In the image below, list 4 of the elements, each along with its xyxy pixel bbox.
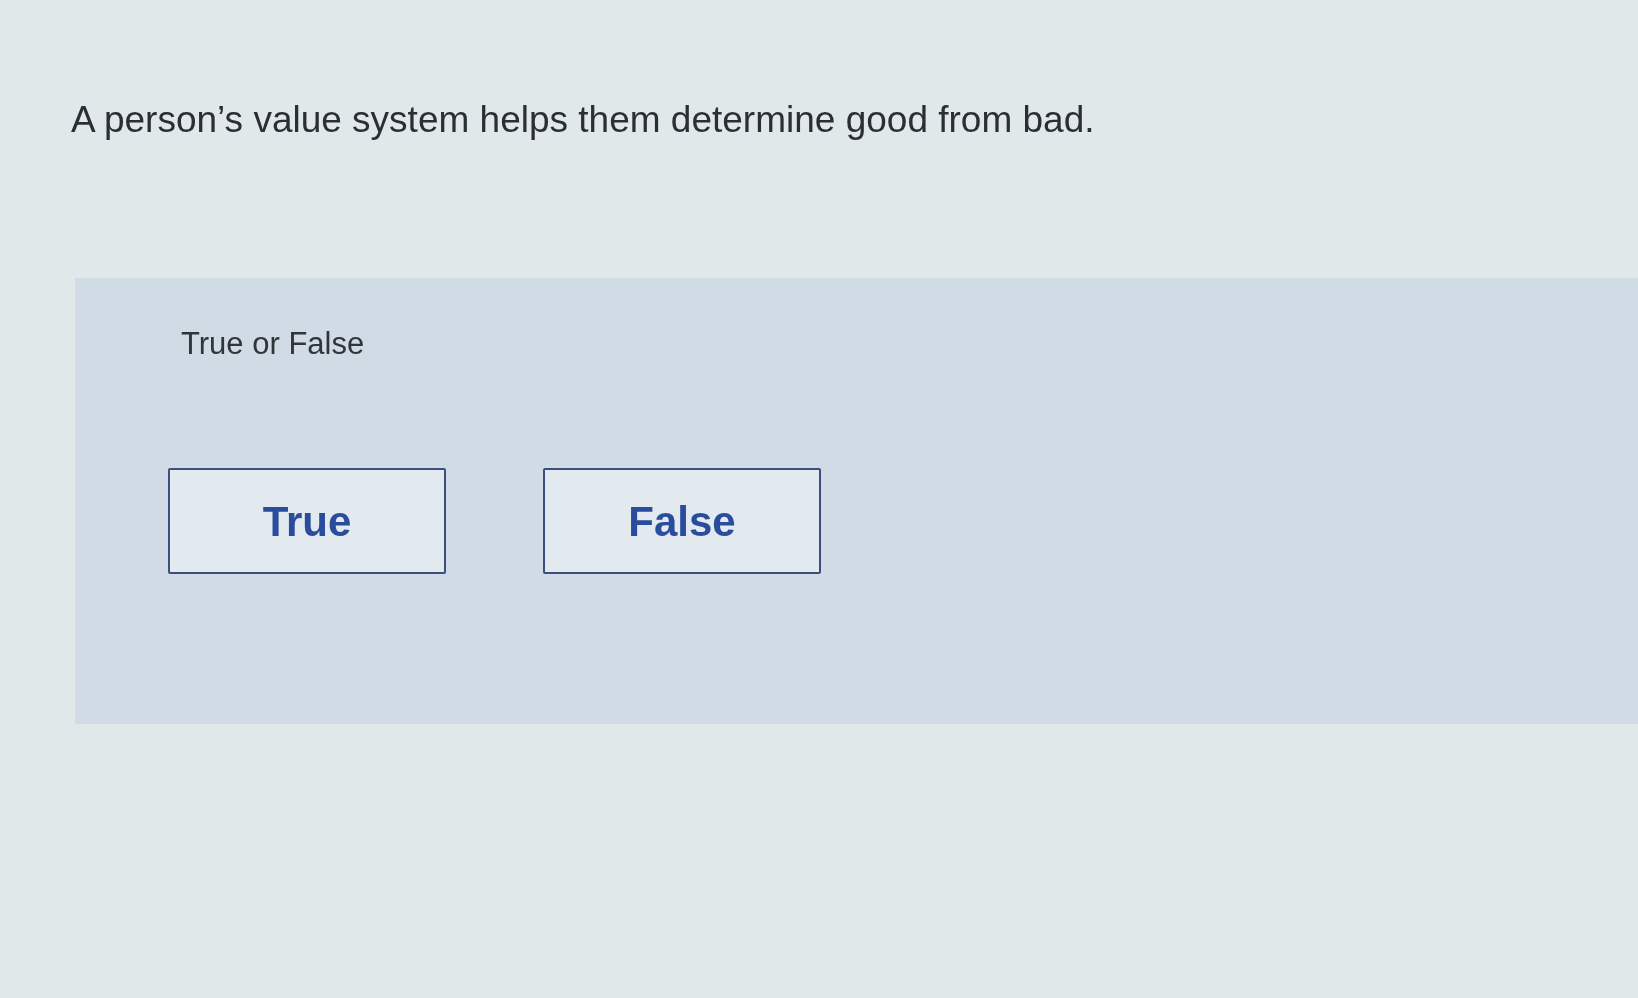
answer-option-button[interactable]: False	[543, 468, 821, 574]
answer-option-button[interactable]: True	[168, 468, 446, 574]
prompt-text: True or False	[181, 326, 365, 362]
question-text: A person’s value system helps them determine good from bad.	[71, 98, 1095, 142]
